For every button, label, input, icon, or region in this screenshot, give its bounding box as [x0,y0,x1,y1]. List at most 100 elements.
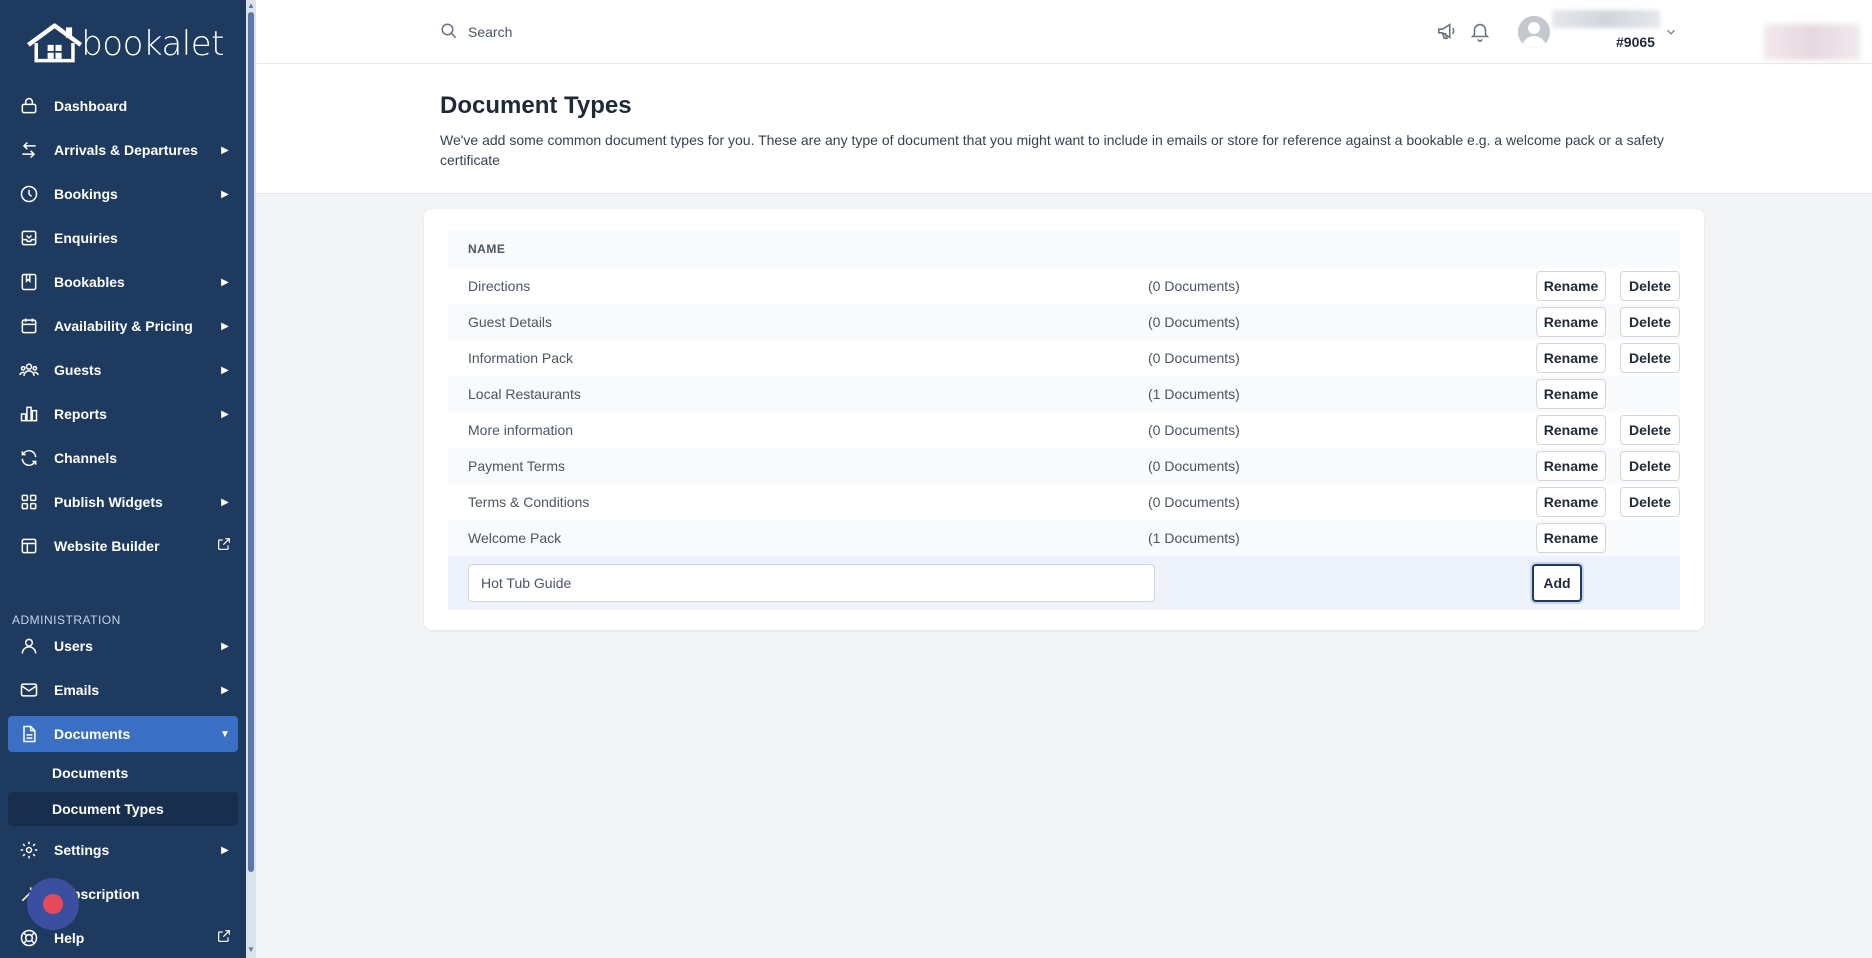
scroll-down-icon[interactable]: ▼ [247,946,255,954]
lifebuoy-icon [18,927,40,949]
caret-right-icon: ▶ [221,844,229,856]
sidebar-item-website-builder[interactable]: Website Builder [8,528,238,564]
sidebar-item-label: Website Builder [54,538,160,554]
mail-icon [18,679,40,701]
sidebar-item-label: Reports [54,406,107,422]
delete-button[interactable]: Delete [1620,271,1680,301]
delete-button[interactable]: Delete [1620,343,1680,373]
document-count: (0 Documents) [1148,314,1240,330]
logo[interactable]: bookalet [24,18,224,70]
document-count: (0 Documents) [1148,278,1240,294]
document-type-name: Terms & Conditions [468,494,590,510]
caret-right-icon: ▶ [221,276,229,288]
page-description: We've add some common document types for… [440,132,1664,168]
sidebar-item-settings[interactable]: Settings ▶ [8,832,238,868]
delete-button[interactable]: Delete [1620,451,1680,481]
sidebar-item-availability-pricing[interactable]: Availability & Pricing ▶ [8,308,238,344]
rename-button[interactable]: Rename [1536,379,1606,409]
page-header: Document Types We've add some common doc… [256,64,1872,194]
sidebar-item-label: Enquiries [54,230,118,246]
rename-button[interactable]: Rename [1536,487,1606,517]
scrollbar-thumb[interactable] [248,12,254,872]
sidebar-item-enquiries[interactable]: Enquiries [8,220,238,256]
document-types-table: NAME Directions (0 Documents) Rename Delete… [448,230,1680,610]
add-document-type-row: Add [448,556,1680,610]
sidebar-item-label: Bookables [54,274,125,290]
delete-button[interactable]: Delete [1620,415,1680,445]
page-title: Document Types [440,92,632,119]
caret-right-icon: ▶ [221,144,229,156]
record-dot-icon [43,894,63,914]
sidebar-item-users[interactable]: Users ▶ [8,628,238,664]
sidebar-subitem-document-types[interactable]: Document Types [8,792,238,826]
arrows-icon [18,139,40,161]
user-avatar-icon [1518,16,1550,48]
add-button[interactable]: Add [1532,564,1582,602]
delete-button[interactable]: Delete [1620,307,1680,337]
rename-button[interactable]: Rename [1536,307,1606,337]
chevron-down-icon[interactable] [1664,25,1678,39]
bell-icon[interactable] [1469,20,1493,44]
sidebar-item-label: Emails [54,682,100,698]
caret-right-icon: ▶ [221,408,229,420]
rename-button[interactable]: Rename [1536,271,1606,301]
document-types-card: NAME Directions (0 Documents) Rename Delete… [424,209,1704,630]
sidebar-item-label: Subscription [54,886,140,902]
rename-button[interactable]: Rename [1536,343,1606,373]
sidebar-item-label: Publish Widgets [54,494,163,510]
sidebar-item-publish-widgets[interactable]: Publish Widgets ▶ [8,484,238,520]
table-row: Information Pack (0 Documents) Rename Delet… [448,340,1680,376]
caret-right-icon: ▶ [221,364,229,376]
avatar[interactable] [1518,16,1550,48]
megaphone-icon[interactable] [1436,20,1460,44]
sidebar-item-label: Channels [54,450,118,466]
clock-icon [18,183,40,205]
gear-icon [18,839,40,861]
sidebar-scrollbar[interactable]: ▲ ▼ [246,0,256,958]
sidebar-item-dashboard[interactable]: Dashboard [8,88,238,124]
document-type-name: Welcome Pack [468,530,562,546]
sidebar-item-documents[interactable]: Documents ▼ [8,716,238,752]
document-type-name: Payment Terms [468,458,565,474]
external-link-icon [216,928,238,949]
sidebar-item-label: Arrivals & Departures [54,142,198,158]
user-icon [18,635,40,657]
rename-button[interactable]: Rename [1536,451,1606,481]
refresh-icon [18,447,40,469]
document-count: (0 Documents) [1148,422,1240,438]
caret-right-icon: ▶ [221,684,229,696]
table-row: More information (0 Documents) Rename Delet… [448,412,1680,448]
logo-text: bookalet [81,24,224,64]
sidebar-item-label: Guests [54,362,102,378]
sidebar-item-label: Users [54,638,93,654]
rename-button[interactable]: Rename [1536,415,1606,445]
chart-icon [18,403,40,425]
grid-icon [18,491,40,513]
sidebar-item-reports[interactable]: Reports ▶ [8,396,238,432]
document-count: (1 Documents) [1148,530,1240,546]
sidebar-item-label: Settings [54,842,110,858]
user-name-redacted [1552,10,1660,28]
sidebar-item-guests[interactable]: Guests ▶ [8,352,238,388]
sidebar: bookalet Dashboard Arrivals & Departures… [0,0,256,958]
scroll-up-icon[interactable]: ▲ [247,2,255,10]
sidebar-subitem-documents[interactable]: Documents [8,756,238,790]
sidebar-item-bookings[interactable]: Bookings ▶ [8,176,238,212]
record-button[interactable] [27,878,79,930]
search-icon [440,22,458,40]
sidebar-item-bookables[interactable]: Bookables ▶ [8,264,238,300]
sidebar-item-arrivals-departures[interactable]: Arrivals & Departures ▶ [8,132,238,168]
document-count: (0 Documents) [1148,350,1240,366]
table-row: Payment Terms (0 Documents) Rename Delete [448,448,1680,484]
lock-icon [18,95,40,117]
document-icon [18,723,40,745]
new-document-type-input[interactable] [468,564,1155,602]
table-row: Guest Details (0 Documents) Rename Delete [448,304,1680,340]
sidebar-item-channels[interactable]: Channels [8,440,238,476]
topbar: #9065 [256,0,1872,64]
search-input[interactable] [468,20,868,44]
delete-button[interactable]: Delete [1620,487,1680,517]
sidebar-item-emails[interactable]: Emails ▶ [8,672,238,708]
document-count: (0 Documents) [1148,494,1240,510]
rename-button[interactable]: Rename [1536,523,1606,553]
